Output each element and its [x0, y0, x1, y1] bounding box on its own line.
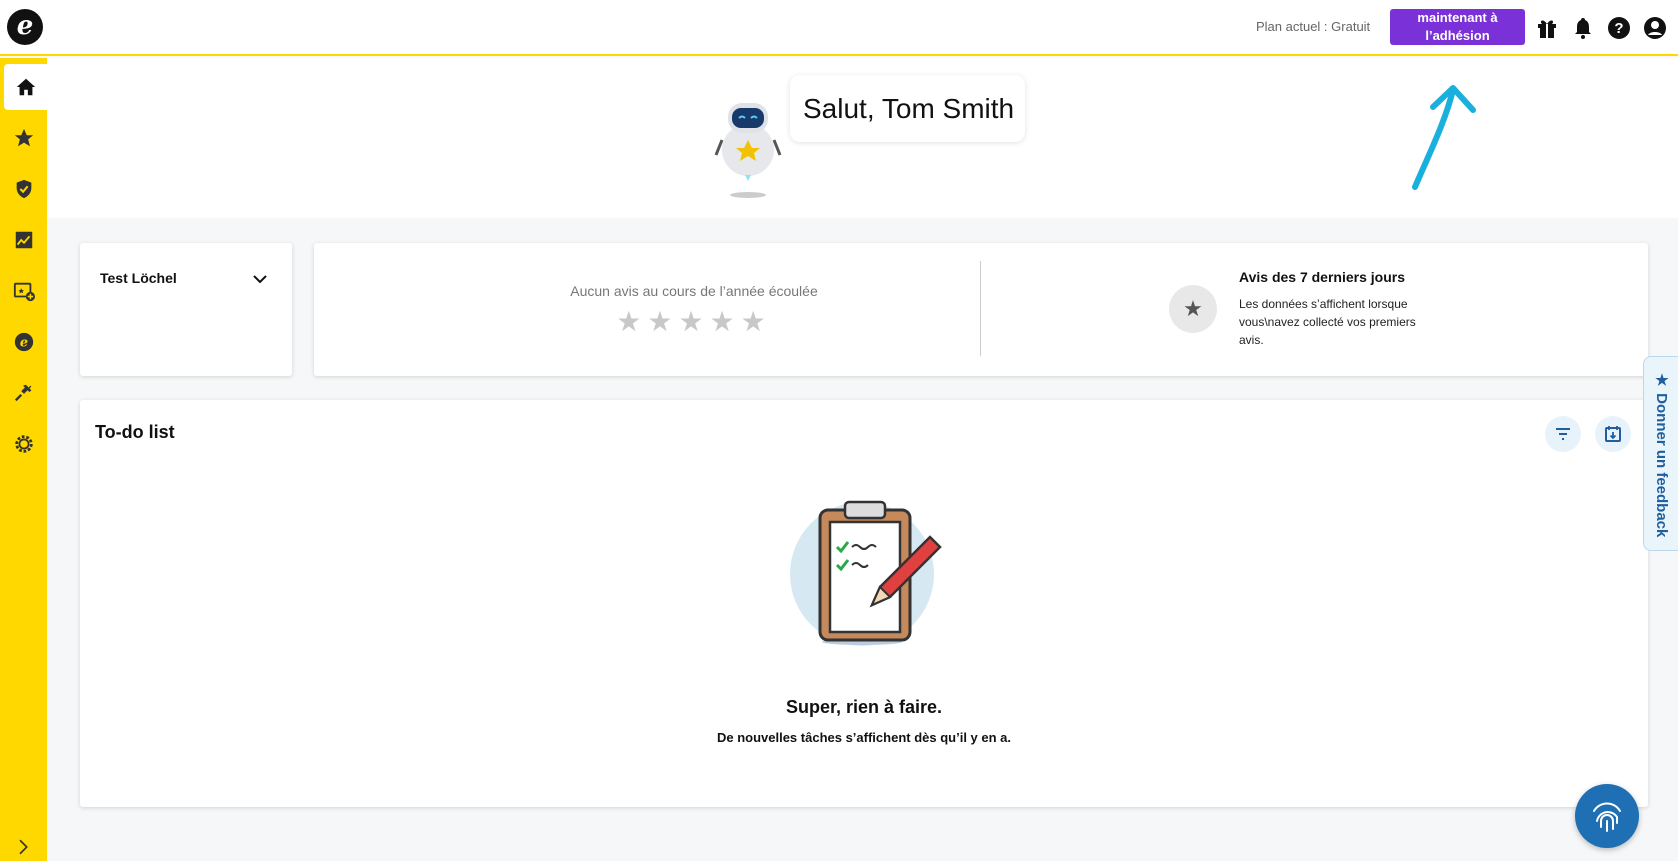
calendar-icon — [1605, 426, 1621, 442]
todo-title: To-do list — [95, 422, 175, 442]
clipboard-illustration — [790, 500, 942, 646]
chevron-down-icon[interactable] — [252, 273, 268, 285]
expand-sidebar-icon[interactable] — [14, 838, 32, 856]
todo-list-card: To-do list Super, rien à faire. De nouve… — [80, 400, 1648, 807]
location-name: Test Löchel — [100, 270, 177, 286]
svg-text:?: ? — [1614, 20, 1623, 37]
sidebar-item-widgets[interactable] — [0, 268, 47, 314]
sidebar-item-reviews[interactable] — [0, 115, 47, 161]
divider — [980, 261, 981, 356]
empty-state-subtitle: De nouvelles tâches s’affichent dès qu’i… — [716, 730, 1012, 745]
calendar-button[interactable] — [1595, 416, 1631, 452]
widget-add-icon — [13, 282, 35, 302]
upgrade-label-line1: maintenant à — [1417, 10, 1498, 25]
sidebar: e — [0, 58, 47, 861]
filter-button[interactable] — [1545, 416, 1581, 452]
svg-text:e: e — [19, 336, 27, 351]
current-plan-text: Plan actuel : Gratuit — [1256, 19, 1371, 34]
app-logo[interactable]: e — [7, 9, 43, 45]
last7-description: Les données s’affichent lorsque vous\nav… — [1239, 297, 1416, 347]
sidebar-item-integrations[interactable] — [0, 370, 47, 416]
shield-check-icon — [16, 179, 31, 199]
feedback-tab[interactable]: ★ Donner un feedback — [1643, 356, 1678, 551]
last7-title: Avis des 7 derniers jours — [1239, 269, 1405, 285]
no-reviews-text: Aucun avis au cours de l’année écoulée — [570, 283, 818, 299]
sidebar-item-trust[interactable] — [0, 166, 47, 212]
gift-icon[interactable] — [1535, 16, 1559, 40]
chart-icon — [15, 231, 32, 249]
pointer-arrow-annotation — [1412, 85, 1476, 190]
home-icon — [16, 78, 35, 96]
filter-icon — [1556, 428, 1570, 440]
star-icon — [14, 128, 33, 147]
upgrade-button[interactable]: maintenant à l’adhésion — [1390, 9, 1525, 45]
account-icon[interactable] — [1643, 16, 1667, 40]
star-rating: ★★★★★ — [616, 306, 772, 337]
upgrade-label-line2: l’adhésion — [1425, 28, 1490, 43]
bell-icon[interactable] — [1571, 16, 1595, 40]
robot-mascot-image — [714, 103, 782, 198]
greeting-bubble: Salut, Tom Smith — [790, 75, 1025, 142]
plug-icon — [14, 384, 31, 402]
e-logo-icon: e — [14, 332, 33, 352]
top-bar: e Plan actuel : Gratuit maintenant à l’a… — [0, 0, 1678, 56]
gear-icon — [14, 435, 33, 453]
empty-state-title: Super, rien à faire. — [785, 697, 943, 717]
location-selector[interactable]: Test Löchel — [80, 243, 292, 376]
reviews-summary-card: Aucun avis au cours de l’année écoulée ★… — [314, 243, 1648, 376]
star-badge-icon: ★ — [1169, 285, 1217, 333]
feedback-label: ★ Donner un feedback — [1653, 371, 1670, 538]
fingerprint-icon — [1593, 802, 1621, 832]
help-icon[interactable]: ? — [1607, 16, 1631, 40]
sidebar-item-brand[interactable]: e — [0, 319, 47, 365]
sidebar-item-analytics[interactable] — [0, 217, 47, 263]
sidebar-item-home[interactable] — [4, 64, 47, 110]
sidebar-item-settings[interactable] — [0, 421, 47, 467]
fingerprint-button[interactable] — [1575, 784, 1639, 848]
